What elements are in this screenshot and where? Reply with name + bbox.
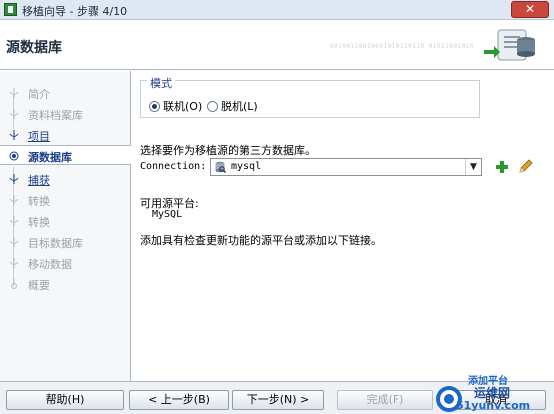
page-title: 源数据库 bbox=[6, 40, 62, 56]
step-node-icon bbox=[9, 109, 19, 119]
step-node-icon bbox=[9, 258, 19, 268]
step-capture[interactable]: 捕获 bbox=[0, 169, 131, 189]
next-button[interactable]: 下一步(N) > bbox=[232, 390, 324, 410]
step-node-icon bbox=[9, 237, 19, 247]
hint-text: 添加具有检查更新功能的源平台或添加以下链接。 bbox=[140, 234, 382, 247]
wizard-steps: 简介 资料档案库 项目 源数据库 捕获 转换 转换 目标数据库 移动数据 概要 bbox=[0, 71, 131, 381]
step-node-icon bbox=[9, 88, 19, 98]
mode-legend: 模式 bbox=[147, 75, 175, 91]
binary-decoration: 00100110010001010110110 01011001010 bbox=[330, 43, 474, 50]
step-node-icon bbox=[11, 279, 17, 289]
step-current-icon bbox=[9, 151, 19, 161]
step-convert: 转换 bbox=[0, 190, 131, 210]
database-migration-icon bbox=[484, 29, 535, 61]
online-label: 联机(O) bbox=[163, 100, 203, 113]
step-label: 捕获 bbox=[28, 174, 50, 187]
step-introduction: 简介 bbox=[0, 83, 131, 103]
back-button[interactable]: < 上一步(B) bbox=[129, 390, 229, 410]
button-bar: 帮助(H) < 上一步(B) 下一步(N) > 完成(F) 取消 添加平台 运维… bbox=[0, 376, 554, 414]
step-repository: 资料档案库 bbox=[0, 104, 131, 124]
connection-db-icon bbox=[215, 161, 226, 173]
header-banner: 源数据库 00100110010001010110110 01011001010 bbox=[0, 20, 554, 70]
step-label: 目标数据库 bbox=[28, 237, 83, 250]
app-icon bbox=[4, 3, 17, 16]
step-label: 移动数据 bbox=[28, 258, 72, 271]
step-label: 项目 bbox=[28, 130, 50, 143]
title-bar: 移植向导 - 步骤 4/10 ✕ bbox=[0, 0, 554, 20]
window-title: 移植向导 - 步骤 4/10 bbox=[22, 5, 128, 18]
mode-group: 模式 联机(O) 脱机(L) bbox=[140, 75, 480, 118]
step-translate: 转换 bbox=[0, 211, 131, 231]
step-node-icon bbox=[9, 130, 19, 140]
step-node-icon bbox=[9, 174, 19, 184]
close-button[interactable]: ✕ bbox=[511, 1, 549, 18]
help-button[interactable]: 帮助(H) bbox=[6, 390, 124, 410]
main-panel: 模式 联机(O) 脱机(L) 选择要作为移植源的第三方数据库。 Connecti… bbox=[132, 71, 554, 381]
step-summary: 概要 bbox=[0, 274, 131, 294]
chevron-down-icon[interactable]: ▼ bbox=[465, 159, 481, 175]
online-radio[interactable]: 联机(O) bbox=[149, 98, 202, 114]
step-node-icon bbox=[9, 216, 19, 226]
step-label: 概要 bbox=[28, 279, 50, 292]
connection-value: mysql bbox=[231, 161, 262, 172]
step-label: 转换 bbox=[28, 195, 50, 208]
offline-radio[interactable]: 脱机(L) bbox=[207, 98, 258, 114]
radio-icon bbox=[207, 101, 218, 112]
watermark-logo: 添加平台 运维网 51yunv.com bbox=[434, 376, 554, 414]
step-label: 简介 bbox=[28, 88, 50, 101]
step-label: 源数据库 bbox=[28, 151, 72, 164]
step-target-database: 目标数据库 bbox=[0, 232, 131, 252]
step-source-database[interactable]: 源数据库 bbox=[0, 145, 131, 165]
edit-pencil-icon[interactable] bbox=[517, 159, 533, 175]
available-platform-value: MySQL bbox=[152, 209, 183, 220]
connection-select[interactable]: mysql ▼ bbox=[210, 158, 482, 176]
watermark-url: 51yunv.com bbox=[456, 399, 531, 412]
instruction-text: 选择要作为移植源的第三方数据库。 bbox=[140, 144, 316, 157]
step-label: 资料档案库 bbox=[28, 109, 83, 122]
step-move-data: 移动数据 bbox=[0, 253, 131, 273]
step-node-icon bbox=[9, 195, 19, 205]
radio-selected-icon bbox=[149, 101, 160, 112]
offline-label: 脱机(L) bbox=[221, 100, 258, 113]
connection-label: Connection: bbox=[140, 161, 207, 172]
step-project[interactable]: 项目 bbox=[0, 125, 131, 145]
finish-button[interactable]: 完成(F) bbox=[337, 390, 433, 410]
add-connection-icon[interactable] bbox=[494, 159, 510, 175]
step-label: 转换 bbox=[28, 216, 50, 229]
